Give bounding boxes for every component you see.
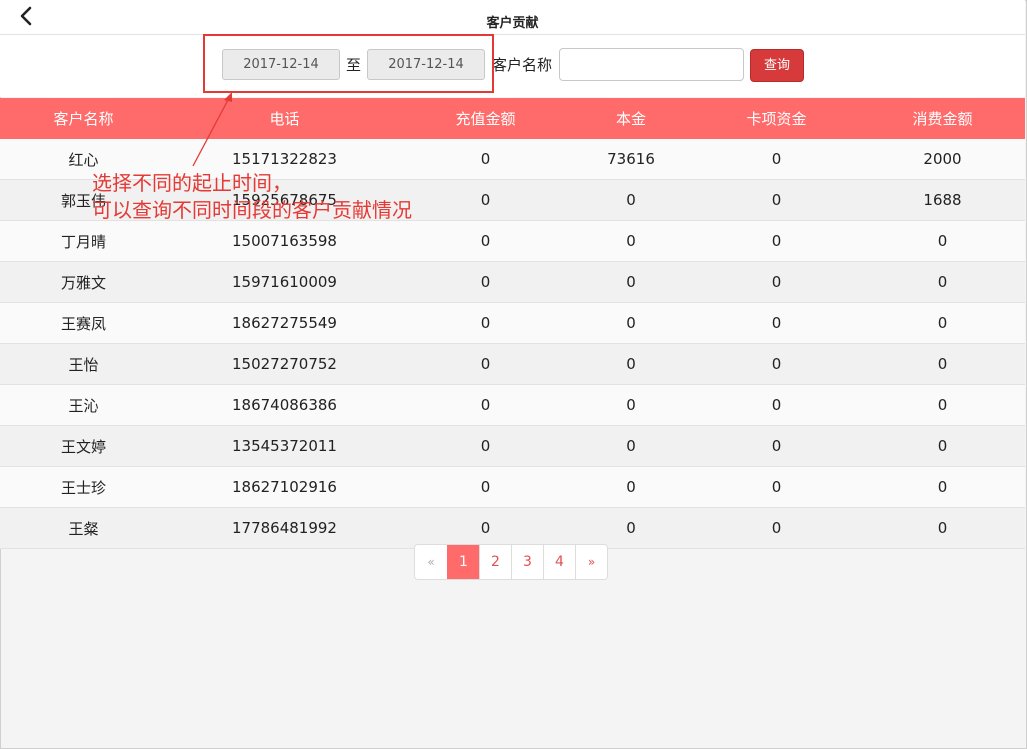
column-header: 电话 bbox=[167, 98, 402, 139]
pagination: « 1 2 3 4 » bbox=[414, 544, 608, 580]
table-cell: 王粲 bbox=[0, 507, 167, 549]
table-cell: 0 bbox=[569, 425, 693, 467]
table-cell: 2000 bbox=[860, 139, 1025, 180]
annotation-line-1: 选择不同的起止时间， bbox=[92, 171, 292, 195]
pagination-page[interactable]: 3 bbox=[511, 545, 543, 579]
table-cell: 0 bbox=[860, 343, 1025, 385]
annotation-line-2: 可以查询不同时间段的客户贡献情况 bbox=[92, 198, 412, 222]
table-cell: 0 bbox=[402, 302, 569, 344]
table-cell: 0 bbox=[693, 179, 860, 221]
column-header: 卡项资金 bbox=[693, 98, 860, 139]
pagination-page[interactable]: 1 bbox=[447, 545, 479, 579]
table-cell: 15007163598 bbox=[167, 220, 402, 262]
table-cell: 0 bbox=[569, 302, 693, 344]
customer-name-label: 客户名称 bbox=[492, 56, 553, 74]
table-cell: 18627102916 bbox=[167, 466, 402, 508]
table-row: 王士珍 18627102916 0 0 0 0 bbox=[0, 466, 1025, 508]
filter-bar: 2017-12-14 至 2017-12-14 客户名称 查询 bbox=[0, 35, 1025, 97]
annotation-text: 选择不同的起止时间， 可以查询不同时间段的客户贡献情况 bbox=[92, 170, 412, 224]
column-header: 客户名称 bbox=[0, 98, 167, 139]
table-row: 王怡 15027270752 0 0 0 0 bbox=[0, 343, 1025, 385]
table-cell: 0 bbox=[693, 139, 860, 180]
pagination-next[interactable]: » bbox=[575, 545, 607, 579]
table-cell: 0 bbox=[569, 384, 693, 426]
date-separator: 至 bbox=[346, 56, 362, 74]
table-cell: 0 bbox=[569, 507, 693, 549]
table-cell: 73616 bbox=[569, 139, 693, 180]
table-row: 王赛凤 18627275549 0 0 0 0 bbox=[0, 302, 1025, 344]
table-cell: 0 bbox=[693, 466, 860, 508]
table-row: 王沁 18674086386 0 0 0 0 bbox=[0, 384, 1025, 426]
table-row: 万雅文 15971610009 0 0 0 0 bbox=[0, 261, 1025, 303]
table-cell: 0 bbox=[693, 425, 860, 467]
table-cell: 0 bbox=[860, 261, 1025, 303]
table-cell: 18627275549 bbox=[167, 302, 402, 344]
column-header: 本金 bbox=[569, 98, 693, 139]
page-title: 客户贡献 bbox=[486, 16, 539, 31]
end-date-input[interactable]: 2017-12-14 bbox=[367, 49, 485, 80]
table-cell: 0 bbox=[569, 261, 693, 303]
pagination-page[interactable]: 4 bbox=[543, 545, 575, 579]
table-cell: 0 bbox=[569, 179, 693, 221]
table-cell: 0 bbox=[402, 425, 569, 467]
table-cell: 18674086386 bbox=[167, 384, 402, 426]
table-cell: 0 bbox=[569, 220, 693, 262]
query-button[interactable]: 查询 bbox=[750, 49, 804, 82]
table-header-row: 客户名称 电话 充值金额 本金 卡项资金 消费金额 bbox=[0, 98, 1025, 139]
table-cell: 0 bbox=[693, 507, 860, 549]
table-row: 王粲 17786481992 0 0 0 0 bbox=[0, 507, 1025, 549]
table-cell: 0 bbox=[569, 466, 693, 508]
table-cell: 0 bbox=[402, 507, 569, 549]
table-cell: 0 bbox=[402, 261, 569, 303]
table-cell: 0 bbox=[569, 343, 693, 385]
table-cell: 王士珍 bbox=[0, 466, 167, 508]
table-cell: 0 bbox=[402, 466, 569, 508]
table-cell: 13545372011 bbox=[167, 425, 402, 467]
table-cell: 0 bbox=[402, 220, 569, 262]
table-cell: 15971610009 bbox=[167, 261, 402, 303]
pagination-prev[interactable]: « bbox=[415, 545, 447, 579]
top-bar: 客户贡献 bbox=[0, 0, 1025, 35]
table-cell: 王怡 bbox=[0, 343, 167, 385]
column-header: 消费金额 bbox=[860, 98, 1025, 139]
table-cell: 0 bbox=[860, 220, 1025, 262]
table-cell: 0 bbox=[860, 466, 1025, 508]
table-cell: 王赛凤 bbox=[0, 302, 167, 344]
customer-name-input[interactable] bbox=[559, 48, 744, 81]
table-cell: 0 bbox=[860, 507, 1025, 549]
customer-contribution-table: 客户名称 电话 充值金额 本金 卡项资金 消费金额 红心 15171322823 0… bbox=[0, 98, 1025, 549]
table-cell: 0 bbox=[693, 261, 860, 303]
table-cell: 0 bbox=[402, 179, 569, 221]
table-cell: 王沁 bbox=[0, 384, 167, 426]
table-cell: 0 bbox=[402, 384, 569, 426]
table-cell: 0 bbox=[693, 220, 860, 262]
table-cell: 17786481992 bbox=[167, 507, 402, 549]
table-cell: 15027270752 bbox=[167, 343, 402, 385]
table-cell: 0 bbox=[860, 384, 1025, 426]
table-cell: 0 bbox=[693, 343, 860, 385]
table-cell: 1688 bbox=[860, 179, 1025, 221]
pagination-page[interactable]: 2 bbox=[479, 545, 511, 579]
table-cell: 0 bbox=[693, 384, 860, 426]
table-cell: 0 bbox=[693, 302, 860, 344]
table-cell: 0 bbox=[402, 139, 569, 180]
table-cell: 王文婷 bbox=[0, 425, 167, 467]
table-cell: 0 bbox=[860, 302, 1025, 344]
table-row: 王文婷 13545372011 0 0 0 0 bbox=[0, 425, 1025, 467]
column-header: 充值金额 bbox=[402, 98, 569, 139]
table-cell: 0 bbox=[402, 343, 569, 385]
table-row: 丁月晴 15007163598 0 0 0 0 bbox=[0, 220, 1025, 262]
table-cell: 万雅文 bbox=[0, 261, 167, 303]
table-cell: 0 bbox=[860, 425, 1025, 467]
table-cell: 丁月晴 bbox=[0, 220, 167, 262]
start-date-input[interactable]: 2017-12-14 bbox=[222, 49, 340, 80]
